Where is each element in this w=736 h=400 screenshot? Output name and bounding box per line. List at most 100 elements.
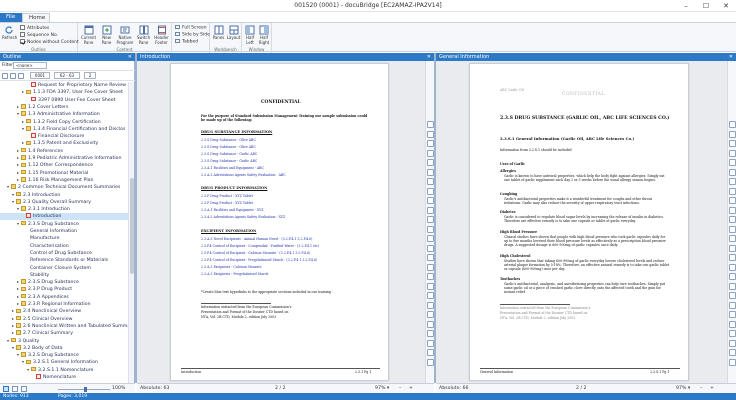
last-page-icon[interactable] — [427, 206, 434, 214]
tree-row[interactable]: ▾ 2.3 Quality Overall Summary — [0, 199, 128, 206]
header-footer-button[interactable]: Header Footer — [153, 25, 170, 45]
toc-link[interactable]: 2.3.P.4 Control of Excipient - Calcium S… — [201, 251, 310, 255]
toc-link[interactable]: 2.3.A.3 Excipients - Pregelatinised Star… — [201, 272, 268, 276]
notes-icon[interactable] — [427, 349, 434, 356]
toc-link[interactable]: 2.3.S Drug Substance - Garlic ABC — [201, 159, 257, 163]
tree-row[interactable]: ▸ 1.16 Risk Management Plan — [0, 177, 128, 184]
close-pane-icon[interactable]: ✕ — [128, 53, 132, 61]
tree-row[interactable]: 3397 0890 User Fee Cover Sheet — [0, 96, 128, 104]
properties-icon[interactable] — [729, 263, 736, 271]
tree-row[interactable]: ▾ 3 Quality — [0, 338, 128, 345]
maximize-button[interactable]: ☐ — [696, 0, 716, 12]
history-icon[interactable] — [729, 358, 736, 366]
toc-link[interactable]: 2.3.S Drug Substance - Olive ABC — [201, 138, 256, 142]
layout-button[interactable]: Layout — [226, 25, 241, 41]
fit-page-icon[interactable] — [427, 140, 434, 147]
toc-link[interactable]: 2.3.P Drug Product - XYZ Tablet — [201, 194, 253, 198]
print-icon[interactable] — [427, 254, 434, 261]
rotate-icon[interactable] — [729, 159, 736, 166]
zoom-out-icon[interactable] — [729, 130, 736, 138]
toc-link[interactable]: 2.3.A.1 Facilities and Equipment - ABC — [201, 166, 264, 170]
nodes-without-content-checkbox[interactable]: Nodes without Content — [20, 39, 79, 45]
tree-row[interactable]: Manufacture — [0, 235, 128, 242]
toc-link[interactable]: 2.3.A.2 Adventitious Agents Safety Evalu… — [201, 215, 285, 219]
minimize-button[interactable]: – — [676, 0, 696, 12]
toc-link[interactable]: 2.3.P Drug Product - XYZ Tablet — [201, 201, 253, 205]
new-pane-button[interactable]: New Pane — [98, 25, 115, 45]
fit-page-icon[interactable] — [729, 140, 736, 147]
next-page-icon[interactable] — [729, 197, 736, 204]
lock-icon[interactable] — [729, 339, 736, 347]
previous-page-icon[interactable] — [729, 187, 736, 195]
list-view-icon[interactable] — [12, 386, 18, 392]
first-page-icon[interactable] — [729, 178, 736, 185]
toc-link[interactable]: 2.3.A.3 Excipients - Calcium Stearate — [201, 265, 261, 269]
previous-icon[interactable] — [10, 73, 16, 79]
tree-row[interactable]: ▾ 2 Common Technical Document Summaries — [0, 184, 128, 191]
tree-row[interactable]: ▸ 1.3.5 Patent and Exclusivity — [0, 140, 128, 147]
settings-icon[interactable] — [427, 301, 434, 309]
tree-row[interactable]: ▾ 3.2.S.1.1 Nomenclature — [0, 367, 128, 374]
count-field[interactable]: 2 — [84, 72, 96, 79]
page-layout-icon[interactable] — [427, 273, 434, 280]
tree-row[interactable]: Container Closure System — [0, 265, 128, 272]
last-page-icon[interactable] — [729, 206, 736, 214]
tree-row[interactable]: ▸ 2.5 Clinical Overview — [0, 316, 128, 323]
tree-row[interactable]: ▸ 1.15 Promotional Material — [0, 170, 128, 177]
half-left-button[interactable]: Half Left — [243, 25, 257, 45]
highlight-icon[interactable] — [729, 244, 736, 252]
grid-view-icon[interactable] — [21, 386, 27, 392]
toc-link[interactable]: 2.3.A.3 Novel Excipients - Animal Human … — [201, 237, 312, 241]
tab-file[interactable]: File — [0, 13, 22, 22]
tree-row[interactable]: ▸ 2.3.S Drug Substance — [0, 279, 128, 286]
zoom-out-icon[interactable] — [427, 130, 434, 138]
annotate-icon[interactable] — [729, 235, 736, 242]
side-by-side-button[interactable]: Side by Side — [175, 32, 210, 38]
rotate-icon[interactable] — [427, 159, 434, 166]
tree-row[interactable]: Control of Drug Substance — [0, 250, 128, 257]
close-button[interactable]: ✕ — [716, 0, 736, 12]
tree-row[interactable]: ▾ 1.3.4 Financial Certification and Discl… — [0, 126, 128, 133]
full-screen-button[interactable]: Full Screen — [175, 25, 207, 31]
tree-row[interactable]: ▸ 1.4 References — [0, 148, 128, 155]
first-icon[interactable] — [2, 73, 8, 79]
compare-icon[interactable] — [729, 320, 736, 328]
tree-row[interactable]: ▸ 1.1.3 FDA 3397, User Fee Cover Sheet — [0, 89, 128, 96]
tree-row[interactable]: Reference Standards or Materials — [0, 257, 128, 264]
tree-row[interactable]: ▾ 1.3 Administrative Information — [0, 111, 128, 118]
toc-link[interactable]: 2.3.A.2 Adventitious Agents Safety Evalu… — [201, 173, 286, 177]
tree-row[interactable]: ▾ 3.2 Body of Data — [0, 345, 128, 352]
close-pane-icon[interactable]: ✕ — [729, 53, 733, 61]
export-icon[interactable] — [427, 311, 434, 318]
settings-icon[interactable] — [729, 301, 736, 309]
split-icon[interactable] — [427, 330, 434, 337]
toc-link[interactable]: 2.3.S Drug Substance - Garlic ABC — [201, 152, 257, 156]
split-icon[interactable] — [729, 330, 736, 337]
sequence-field[interactable]: 0001 — [30, 72, 50, 79]
print-icon[interactable] — [729, 254, 736, 261]
tree-row[interactable]: Characterisation — [0, 243, 128, 250]
tree-row[interactable]: Request for Proprietary Name Review — [0, 82, 128, 89]
outline-scrollbar[interactable] — [128, 82, 134, 383]
close-pane-icon[interactable]: ✕ — [427, 53, 431, 61]
tree-row[interactable]: ▸ 1.9 Pediatric Administrative Informatio… — [0, 155, 128, 162]
bookmark-icon[interactable] — [427, 216, 434, 223]
link-icon[interactable] — [427, 225, 434, 233]
tree-row[interactable]: Financial Disclosure — [0, 133, 128, 140]
tree-row[interactable]: Introduction — [0, 213, 128, 220]
tree-row[interactable]: ▸ 2.6 Nonclinical Written and Tabulated S… — [0, 323, 128, 330]
fit-width-icon[interactable] — [729, 149, 736, 157]
refresh-button[interactable]: Refresh — [2, 25, 17, 41]
tree-row[interactable]: ▸ 1.12 Other Correspondence — [0, 162, 128, 169]
find-icon[interactable] — [729, 168, 736, 176]
sequence-no-checkbox[interactable]: Sequence No. — [20, 32, 58, 38]
export-icon[interactable] — [729, 311, 736, 318]
tree-row[interactable]: General Information — [0, 228, 128, 235]
highlight-icon[interactable] — [427, 244, 434, 252]
properties-icon[interactable] — [427, 263, 434, 271]
scroll-thumb[interactable] — [130, 178, 134, 274]
range-field[interactable]: 62 - 63 — [54, 72, 80, 79]
fit-width-icon[interactable] — [427, 149, 434, 157]
tabbed-button[interactable]: Tabbed — [175, 39, 198, 45]
thumbnail-icon[interactable] — [427, 282, 434, 290]
